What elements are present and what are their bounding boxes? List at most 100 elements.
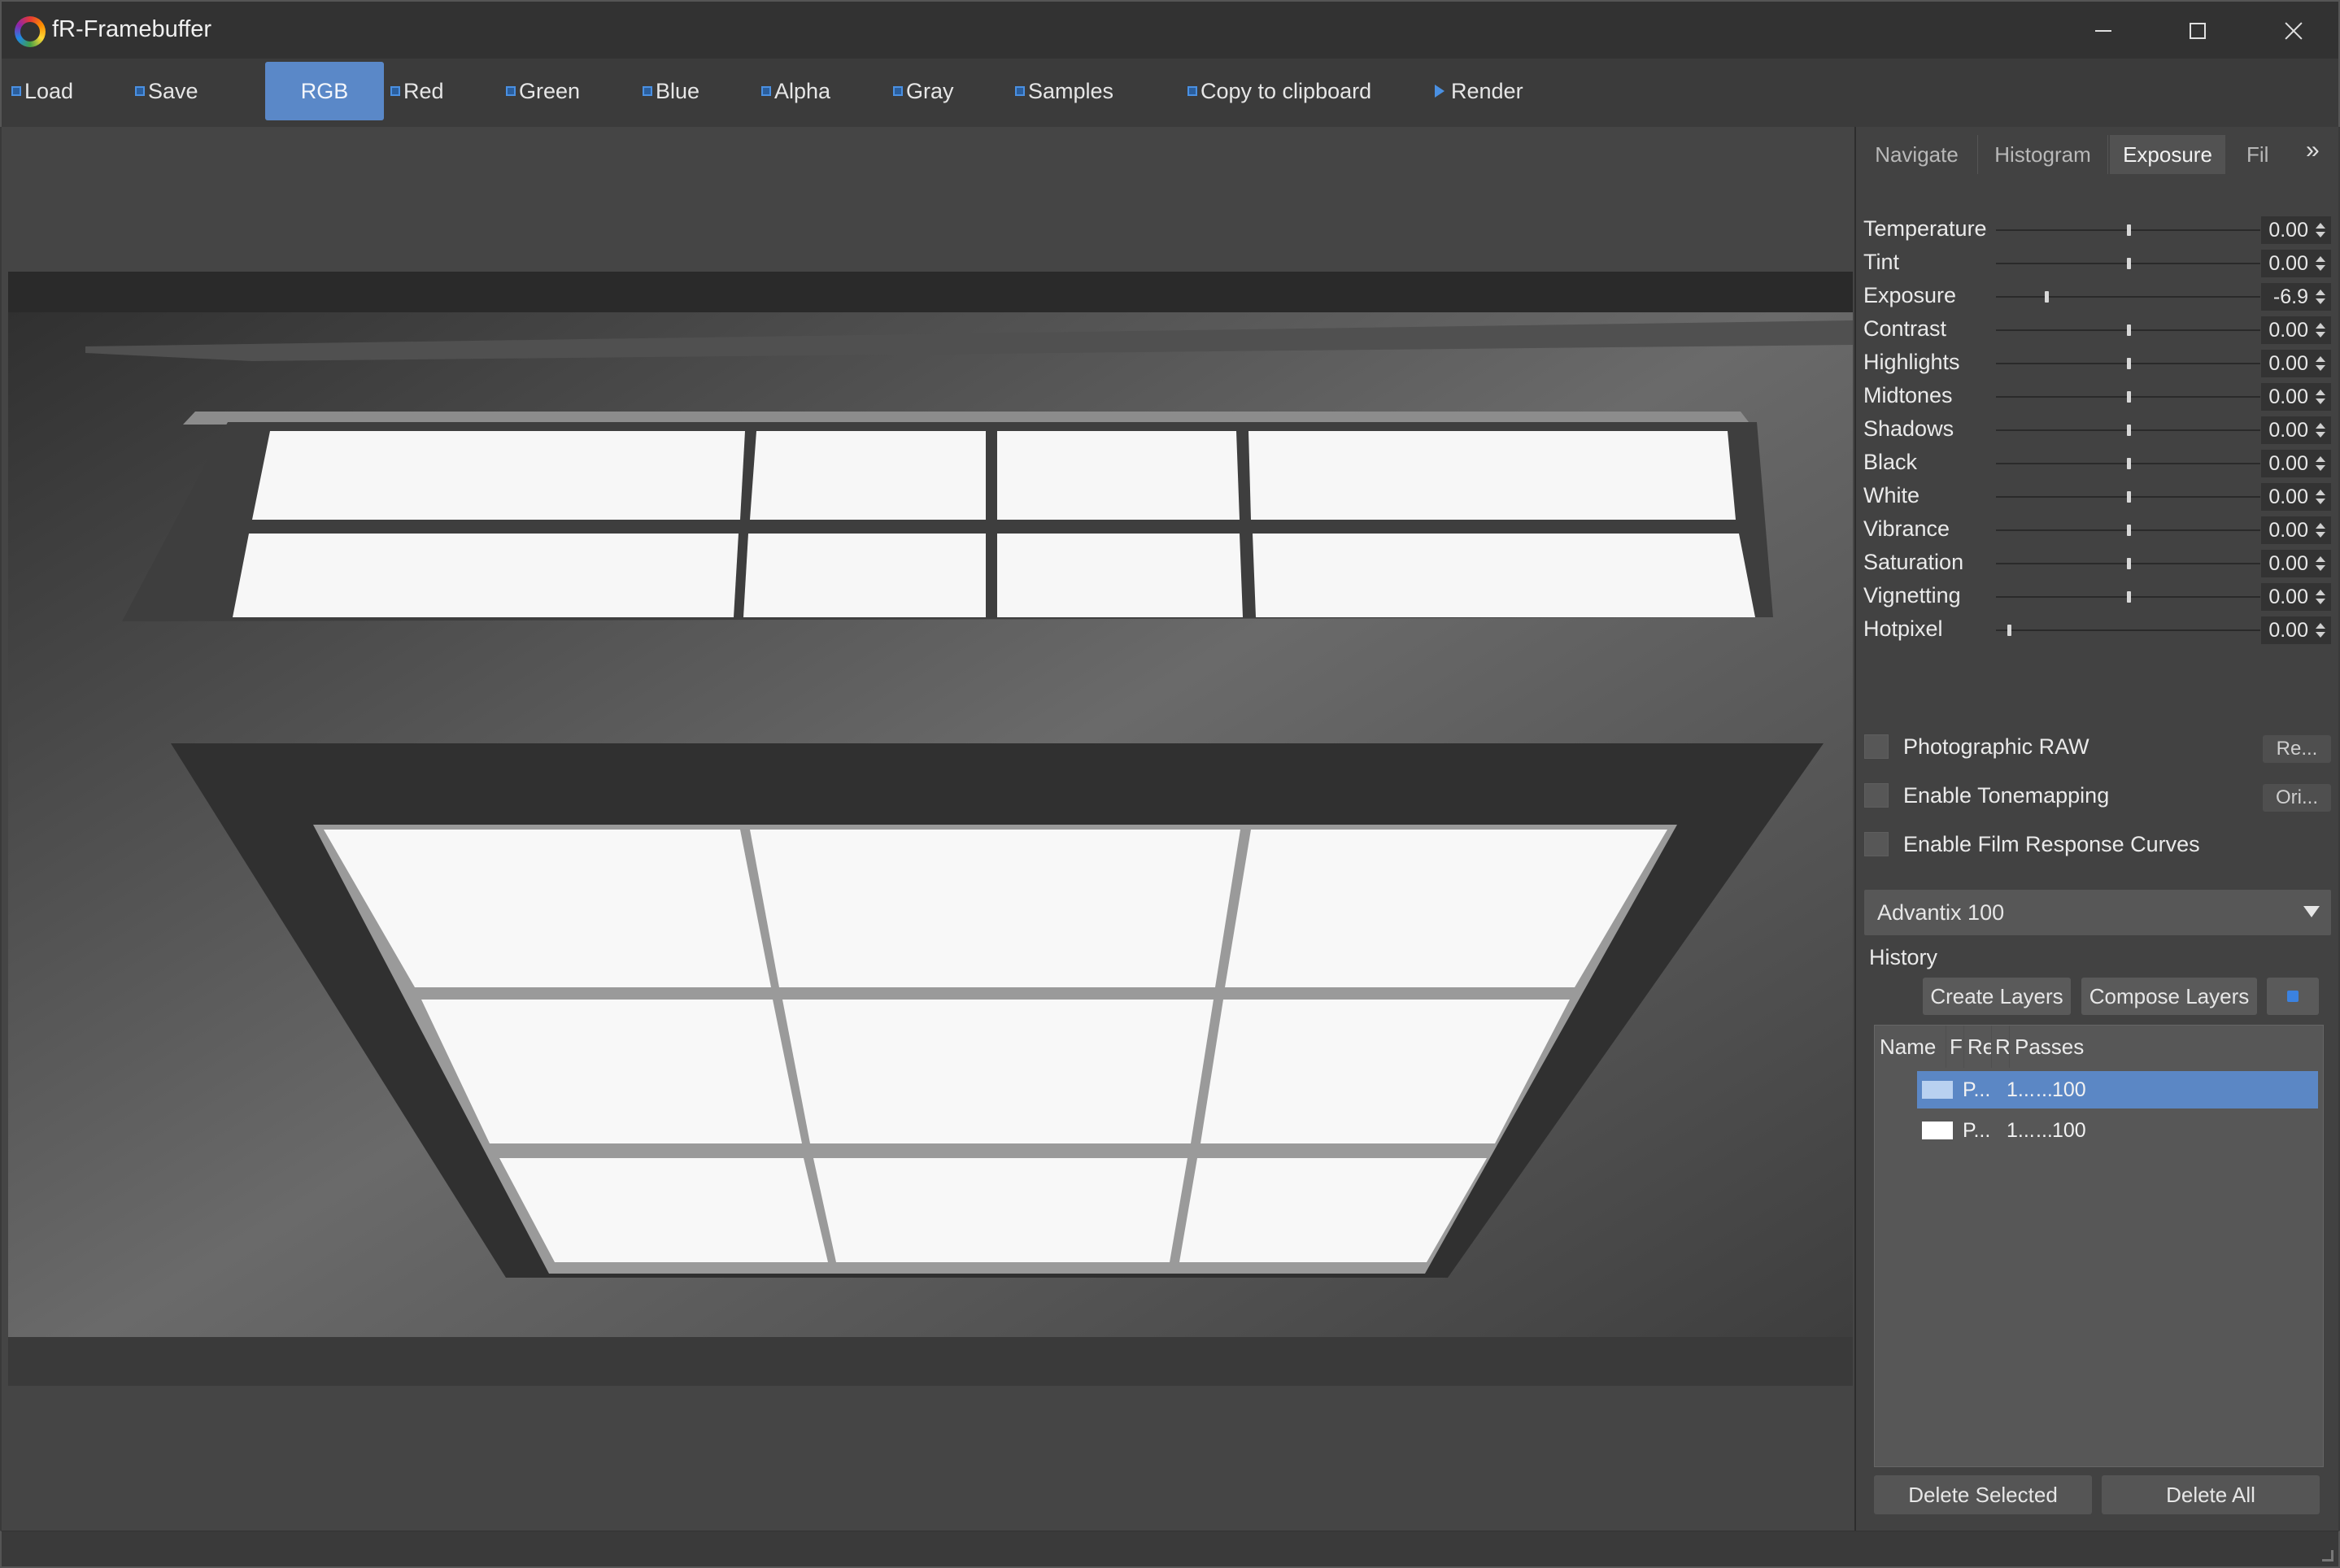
spin-arrows[interactable] (2313, 418, 2328, 442)
maximize-button[interactable] (2173, 11, 2222, 50)
arrow-down-icon[interactable] (2316, 265, 2325, 271)
slider-thumb[interactable] (2126, 224, 2131, 236)
arrow-up-icon[interactable] (2316, 456, 2325, 462)
rgb-channel-button[interactable]: RGB (265, 62, 384, 120)
arrow-up-icon[interactable] (2316, 523, 2325, 529)
spin-arrows[interactable] (2313, 485, 2328, 509)
slider-thumb[interactable] (2126, 391, 2131, 403)
spin-arrows[interactable] (2313, 318, 2328, 342)
slider-thumb[interactable] (2126, 491, 2131, 503)
arrow-up-icon[interactable] (2316, 590, 2325, 595)
column-passes[interactable]: Passes (2010, 1026, 2107, 1068)
spinbox-value[interactable]: 0.00 (2261, 252, 2310, 276)
spinbox-value[interactable]: 0.00 (2261, 486, 2310, 509)
spin-arrows[interactable] (2313, 285, 2328, 309)
more-tabs-icon[interactable]: » (2306, 137, 2320, 164)
spinbox-value[interactable]: 0.00 (2261, 519, 2310, 542)
spinbox-value[interactable]: 0.00 (2261, 419, 2310, 442)
column-fi[interactable]: Fi (1946, 1026, 1964, 1068)
arrow-up-icon[interactable] (2316, 223, 2325, 229)
spin-arrows[interactable] (2313, 385, 2328, 409)
spinbox-value[interactable]: 0.00 (2261, 452, 2310, 476)
arrow-up-icon[interactable] (2316, 356, 2325, 362)
arrow-up-icon[interactable] (2316, 323, 2325, 329)
value-spinbox[interactable]: 0.00 (2261, 416, 2331, 444)
arrow-down-icon[interactable] (2316, 399, 2325, 404)
arrow-up-icon[interactable] (2316, 423, 2325, 429)
slider-thumb[interactable] (2126, 558, 2131, 569)
history-options-button[interactable] (2267, 978, 2319, 1015)
slider-thumb[interactable] (2126, 458, 2131, 469)
tab-histogram[interactable]: Histogram (1978, 135, 2108, 174)
checkbox-box[interactable] (1864, 783, 1889, 808)
spinbox-value[interactable]: 0.00 (2261, 385, 2310, 409)
spinbox-value[interactable]: 0.00 (2261, 352, 2310, 376)
spinbox-value[interactable]: 0.00 (2261, 219, 2310, 242)
arrow-down-icon[interactable] (2316, 365, 2325, 371)
column-res[interactable]: Res (1964, 1026, 1992, 1068)
spinbox-value[interactable]: 0.00 (2261, 552, 2310, 576)
blue-channel-button[interactable]: Blue (643, 62, 699, 120)
tab-exposure[interactable]: Exposure (2110, 135, 2225, 174)
create-layers-button[interactable]: Create Layers (1923, 978, 2071, 1015)
minimize-button[interactable] (2079, 11, 2128, 50)
column-re[interactable]: Re (1992, 1026, 2010, 1068)
arrow-down-icon[interactable] (2316, 632, 2325, 638)
slider-thumb[interactable] (2126, 525, 2131, 536)
table-row[interactable]: P... 1...... 100 (1917, 1112, 2318, 1149)
alpha-channel-button[interactable]: Alpha (761, 62, 830, 120)
arrow-up-icon[interactable] (2316, 623, 2325, 629)
spinbox-value[interactable]: 0.00 (2261, 586, 2310, 609)
spinbox-value[interactable]: 0.00 (2261, 319, 2310, 342)
load-button[interactable]: Load (11, 62, 73, 120)
framebuffer-viewport[interactable] (2, 127, 1854, 1531)
value-spinbox[interactable]: 0.00 (2261, 583, 2331, 611)
value-spinbox[interactable]: 0.00 (2261, 250, 2331, 277)
checkbox-box[interactable] (1864, 734, 1889, 759)
spin-arrows[interactable] (2313, 451, 2328, 476)
arrow-down-icon[interactable] (2316, 565, 2325, 571)
arrow-up-icon[interactable] (2316, 256, 2325, 262)
value-spinbox[interactable]: 0.00 (2261, 383, 2331, 411)
arrow-down-icon[interactable] (2316, 599, 2325, 604)
spin-arrows[interactable] (2313, 218, 2328, 242)
render-button[interactable]: Render (1435, 62, 1523, 120)
checkbox-box[interactable] (1864, 832, 1889, 856)
value-spinbox[interactable]: 0.00 (2261, 450, 2331, 477)
slider-thumb[interactable] (2126, 258, 2131, 269)
slider-thumb[interactable] (2126, 324, 2131, 336)
spinbox-value[interactable]: -6.9 (2261, 285, 2310, 309)
value-spinbox[interactable]: 0.00 (2261, 216, 2331, 244)
copy-to-clipboard-button[interactable]: Copy to clipboard (1187, 62, 1371, 120)
value-spinbox[interactable]: -6.9 (2261, 283, 2331, 311)
arrow-down-icon[interactable] (2316, 232, 2325, 237)
tab-film[interactable]: Fil (2237, 135, 2294, 174)
arrow-up-icon[interactable] (2316, 290, 2325, 295)
column-name[interactable]: Name (1875, 1026, 1946, 1068)
spin-arrows[interactable] (2313, 251, 2328, 276)
spin-arrows[interactable] (2313, 551, 2328, 576)
film-preset-dropdown[interactable]: Advantix 100 (1864, 890, 2331, 935)
green-channel-button[interactable]: Green (506, 62, 580, 120)
slider-thumb[interactable] (2126, 358, 2131, 369)
value-spinbox[interactable]: 0.00 (2261, 550, 2331, 577)
slider-thumb[interactable] (2126, 425, 2131, 436)
spin-arrows[interactable] (2313, 518, 2328, 542)
value-spinbox[interactable]: 0.00 (2261, 616, 2331, 644)
arrow-down-icon[interactable] (2316, 432, 2325, 438)
photographic-raw-checkbox[interactable]: Photographic RAW (1864, 729, 2089, 764)
value-spinbox[interactable]: 0.00 (2261, 350, 2331, 377)
slider-thumb[interactable] (2126, 591, 2131, 603)
arrow-down-icon[interactable] (2316, 332, 2325, 338)
close-button[interactable] (2269, 11, 2318, 50)
arrow-down-icon[interactable] (2316, 532, 2325, 538)
spinbox-value[interactable]: 0.00 (2261, 619, 2310, 642)
gray-channel-button[interactable]: Gray (893, 62, 954, 120)
slider-thumb[interactable] (2044, 291, 2049, 303)
value-spinbox[interactable]: 0.00 (2261, 483, 2331, 511)
arrow-down-icon[interactable] (2316, 465, 2325, 471)
arrow-up-icon[interactable] (2316, 390, 2325, 395)
table-row[interactable]: P... 1...... 100 (1917, 1071, 2318, 1108)
value-spinbox[interactable]: 0.00 (2261, 516, 2331, 544)
arrow-up-icon[interactable] (2316, 556, 2325, 562)
